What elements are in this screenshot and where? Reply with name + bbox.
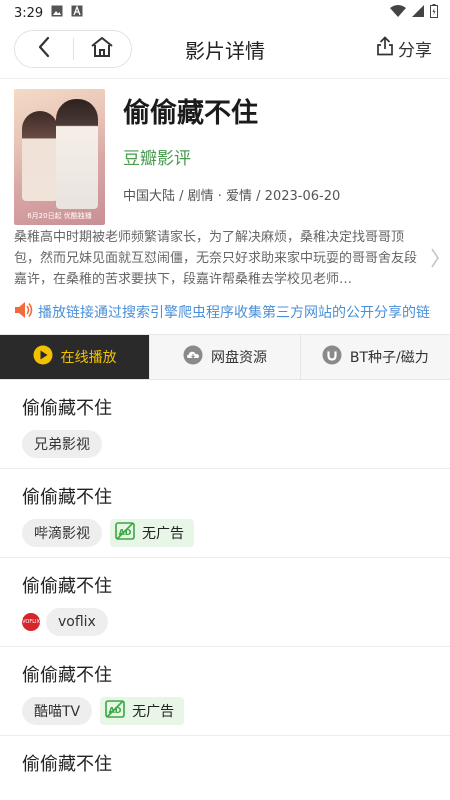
movie-poster[interactable]: 6月20日起 优酷独播 [14, 89, 105, 225]
movie-info: 6月20日起 优酷独播 偷偷藏不住 豆瓣影评 中国大陆 / 剧情 · 爱情 / … [0, 79, 450, 227]
tab-label: 网盘资源 [210, 350, 267, 366]
source-list: 偷偷藏不住 兄弟影视 偷偷藏不住 哔滴影视 AD 无广告 偷偷藏不住 VOFLI… [0, 380, 450, 800]
share-label: 分享 [398, 41, 432, 61]
back-button[interactable] [15, 30, 73, 68]
logo-text: VOFLIX [22, 619, 40, 625]
signal-icon [412, 5, 424, 21]
item-tags: 哔滴影视 AD 无广告 [22, 519, 428, 547]
chevron-left-icon [37, 36, 51, 62]
synopsis-text: 桑稚高中时期被老师频繁请家长，为了解决麻烦，桑稚决定找哥哥顶包，然而兄妹见面就互… [14, 230, 418, 287]
nav-bar: 影片详情 分享 [0, 26, 450, 72]
play-icon [33, 345, 53, 369]
item-title: 偷偷藏不住 [22, 665, 112, 686]
source-chip: 兄弟影视 [22, 430, 102, 458]
poster-caption: 6月20日起 优酷独播 [27, 212, 92, 220]
image-notification-icon [51, 5, 63, 21]
tab-online-play[interactable]: 在线播放 [0, 335, 151, 379]
home-button[interactable] [73, 30, 131, 68]
list-item[interactable]: 偷偷藏不住 哔滴影视 AD 无广告 [0, 469, 450, 558]
movie-title: 偷偷藏不住 [123, 98, 258, 129]
tab-label: 在线播放 [60, 350, 117, 366]
item-tags: 酷喵TV AD 无广告 [22, 697, 428, 725]
magnet-icon [322, 345, 342, 369]
chevron-right-icon [430, 247, 440, 276]
tab-label: BT种子/磁力 [349, 350, 429, 366]
battery-icon [430, 4, 438, 22]
movie-meta-text: 中国大陆 / 剧情 · 爱情 / 2023-06-20 [123, 189, 341, 204]
app-notification-icon [71, 5, 83, 21]
speaker-icon [14, 301, 34, 323]
no-ad-label: 无广告 [142, 526, 184, 542]
movie-meta-block: 偷偷藏不住 豆瓣影评 中国大陆 / 剧情 · 爱情 / 2023-06-20 [105, 89, 340, 227]
nav-pill [14, 30, 132, 68]
source-chip: voflix [46, 608, 108, 636]
share-button[interactable]: 分享 [376, 36, 432, 61]
item-title: 偷偷藏不住 [22, 576, 112, 597]
list-item[interactable]: 偷偷藏不住 兄弟影视 [0, 380, 450, 469]
douban-review-link[interactable]: 豆瓣影评 [123, 144, 340, 169]
synopsis[interactable]: 桑稚高中时期被老师频繁请家长，为了解决麻烦，桑稚决定找哥哥顶包，然而兄妹见面就互… [0, 227, 450, 293]
item-title: 偷偷藏不住 [22, 754, 112, 775]
crawler-notice: 播放链接通过搜索引擎爬虫程序收集第三方网站的公开分享的链 [0, 301, 450, 323]
no-ad-badge: AD 无广告 [110, 519, 194, 547]
source-chip: 哔滴影视 [22, 519, 102, 547]
resource-tabs: 在线播放 网盘资源 BT种子/磁力 [0, 334, 450, 380]
item-title: 偷偷藏不住 [22, 487, 112, 508]
status-time: 3:29 [14, 5, 44, 21]
share-icon [376, 36, 394, 61]
source-chip: 酷喵TV [22, 697, 93, 725]
tab-netdisk[interactable]: 网盘资源 [150, 335, 301, 379]
home-icon [90, 36, 114, 62]
poster-figure-female [22, 111, 58, 201]
no-ad-badge: AD 无广告 [100, 697, 185, 725]
no-ad-label: 无广告 [132, 704, 175, 720]
no-ad-icon: AD [104, 699, 126, 723]
wifi-icon [390, 5, 406, 21]
item-tags: VOFLIX voflix [22, 608, 428, 636]
list-item[interactable]: 偷偷藏不住 VOFLIX voflix [0, 558, 450, 647]
list-item[interactable]: 偷偷藏不住 酷喵TV AD 无广告 [0, 647, 450, 736]
notice-text: 播放链接通过搜索引擎爬虫程序收集第三方网站的公开分享的链 [38, 305, 430, 321]
no-ad-icon: AD [114, 521, 136, 545]
voflix-logo-icon: VOFLIX [22, 613, 40, 631]
item-tags: 兄弟影视 [22, 430, 428, 458]
cloud-icon [183, 345, 203, 369]
list-item[interactable]: 偷偷藏不住 [0, 736, 450, 800]
item-title: 偷偷藏不住 [22, 398, 112, 419]
status-bar: 3:29 [0, 0, 450, 26]
tab-bt-magnet[interactable]: BT种子/磁力 [300, 335, 450, 379]
poster-figure-male [56, 99, 98, 209]
